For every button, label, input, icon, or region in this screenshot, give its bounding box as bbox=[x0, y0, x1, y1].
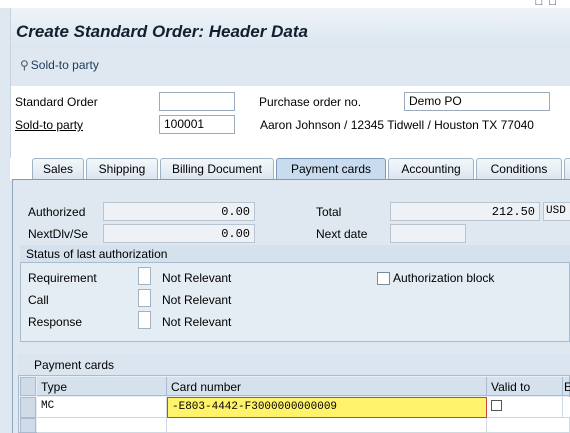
sold-to-address: Aaron Johnson / 12345 Tidwell / Houston … bbox=[260, 118, 534, 132]
response-indicator bbox=[138, 311, 151, 329]
tab-overflow[interactable] bbox=[564, 158, 570, 179]
card-type-cell[interactable]: MC bbox=[37, 397, 167, 418]
status-group-title: Status of last authorization bbox=[20, 245, 570, 263]
card-number-input[interactable]: -E803-4442-F3000000000009 bbox=[167, 397, 487, 418]
partner-icon: ⚲ bbox=[20, 58, 29, 72]
payment-cards-table-title: Payment cards bbox=[18, 354, 570, 376]
window-control-icons[interactable]: □ □ bbox=[536, 0, 558, 8]
nextdlv-label: NextDlv/Se bbox=[28, 227, 89, 241]
total-field: 212.50 bbox=[390, 202, 540, 221]
column-header-valid-to[interactable]: Valid to bbox=[487, 377, 563, 396]
tab-payment-cards[interactable]: Payment cards bbox=[276, 158, 386, 179]
currency-field: USD bbox=[543, 202, 570, 221]
po-number-field[interactable]: Demo PO bbox=[404, 92, 550, 111]
standard-order-label: Standard Order bbox=[15, 95, 98, 109]
response-value: Not Relevant bbox=[162, 315, 232, 329]
sold-to-party-button-label: Sold-to party bbox=[30, 58, 99, 72]
total-label: Total bbox=[316, 205, 342, 219]
calendar-icon[interactable] bbox=[491, 400, 502, 411]
column-header-type[interactable]: Type bbox=[37, 377, 167, 396]
column-header-card-number[interactable]: Card number bbox=[167, 377, 487, 396]
response-label: Response bbox=[28, 315, 83, 329]
call-indicator bbox=[138, 289, 151, 307]
tab-shipping[interactable]: Shipping bbox=[86, 158, 158, 179]
tab-conditions[interactable]: Conditions bbox=[476, 158, 562, 179]
sold-to-party-field[interactable]: 100001 bbox=[159, 115, 235, 134]
next-date-field bbox=[390, 224, 466, 243]
sold-to-party-button[interactable]: ⚲ Sold-to party bbox=[20, 58, 99, 72]
e-cell[interactable] bbox=[563, 397, 570, 418]
next-date-label: Next date bbox=[316, 227, 368, 241]
row-selector[interactable] bbox=[20, 397, 36, 418]
row-selector-empty[interactable] bbox=[20, 418, 36, 433]
sold-to-party-label[interactable]: Sold-to party bbox=[15, 118, 83, 132]
authorized-label: Authorized bbox=[28, 205, 86, 219]
page-title: Create Standard Order: Header Data bbox=[16, 22, 308, 41]
standard-order-field[interactable] bbox=[159, 92, 235, 111]
call-value: Not Relevant bbox=[162, 293, 232, 307]
tab-sales[interactable]: Sales bbox=[32, 158, 84, 179]
column-header-e[interactable]: E bbox=[563, 377, 570, 396]
call-label: Call bbox=[28, 293, 49, 307]
authorization-block-label: Authorization block bbox=[393, 271, 495, 285]
requirement-value: Not Relevant bbox=[162, 271, 232, 285]
po-number-label: Purchase order no. bbox=[259, 95, 362, 109]
card-number-cell-empty[interactable] bbox=[167, 418, 487, 433]
tab-billing-document[interactable]: Billing Document bbox=[160, 158, 274, 179]
authorization-block-checkbox[interactable] bbox=[377, 272, 390, 285]
nextdlv-field: 0.00 bbox=[103, 224, 255, 243]
requirement-label: Requirement bbox=[28, 271, 97, 285]
top-strip bbox=[0, 0, 570, 8]
valid-to-cell-empty[interactable] bbox=[487, 418, 570, 433]
requirement-indicator bbox=[138, 267, 151, 285]
select-all-button[interactable] bbox=[20, 377, 36, 396]
card-type-cell-empty[interactable] bbox=[37, 418, 167, 433]
tab-accounting[interactable]: Accounting bbox=[388, 158, 474, 179]
authorized-field: 0.00 bbox=[103, 202, 255, 221]
valid-to-cell[interactable] bbox=[487, 397, 563, 418]
